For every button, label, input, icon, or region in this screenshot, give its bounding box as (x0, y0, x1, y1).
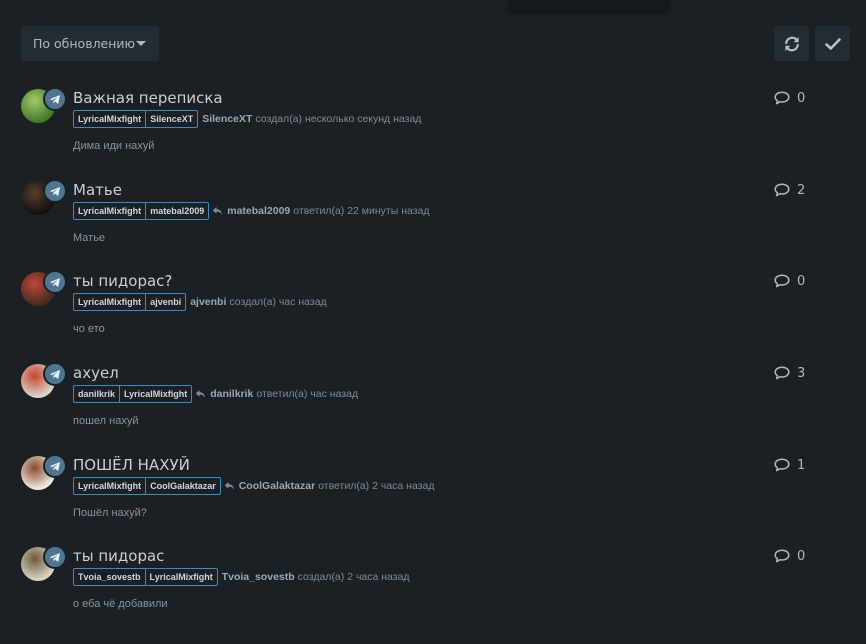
topic-item[interactable]: Важная переписка LyricalMixfight SilenceX… (21, 87, 831, 169)
telegram-icon (49, 369, 60, 379)
comment-count-number: 1 (797, 457, 806, 473)
telegram-badge (43, 545, 67, 569)
comment-icon (774, 274, 790, 288)
refresh-button[interactable] (774, 26, 809, 61)
comment-count[interactable]: 0 (774, 547, 805, 565)
topic-item[interactable]: ПОШЁЛ НАХУЙ LyricalMixfight CoolGalaktaza… (21, 454, 831, 536)
participant-tags: Tvoia_sovestb LyricalMixfight (73, 568, 218, 586)
topic-author[interactable]: SilenceXT (202, 113, 252, 125)
participant-tags: LyricalMixfight SilenceXT (73, 110, 199, 128)
topic-meta: Tvoia_sovestb LyricalMixfight Tvoia_soves… (73, 568, 410, 586)
comment-count-number: 0 (797, 90, 806, 106)
topic-preview: Пошёл нахуй? (73, 507, 147, 519)
topic-title[interactable]: Матье (73, 181, 122, 199)
telegram-icon (49, 277, 60, 287)
check-icon (824, 37, 841, 50)
topic-item[interactable]: Матье LyricalMixfight matebal2009 matebal… (21, 179, 831, 261)
reply-icon (195, 389, 206, 399)
mark-read-button[interactable] (815, 26, 850, 61)
comment-count-number: 0 (797, 273, 806, 289)
topic-action-time: создал(а) несколько секунд назад (255, 113, 422, 125)
dropdown-edge (509, 0, 669, 11)
comment-count[interactable]: 0 (774, 272, 805, 290)
participant-tag[interactable]: danilkrik (74, 386, 119, 402)
topic-author[interactable]: matebal2009 (227, 205, 290, 217)
participant-tags: LyricalMixfight matebal2009 (73, 202, 210, 220)
participant-tag[interactable]: SilenceXT (145, 111, 197, 127)
participant-tags: danilkrik LyricalMixfight (73, 385, 193, 403)
topic-author[interactable]: danilkrik (210, 388, 253, 400)
comment-count-number: 0 (797, 548, 806, 564)
comment-count[interactable]: 3 (774, 364, 805, 382)
participant-tag[interactable]: CoolGalaktazar (145, 478, 220, 494)
comment-icon (774, 366, 790, 380)
participant-tag[interactable]: LyricalMixfight (119, 386, 191, 402)
caret-down-icon (136, 41, 146, 46)
participant-tag[interactable]: matebal2009 (145, 203, 208, 219)
participant-tag[interactable]: Tvoia_sovestb (74, 569, 145, 585)
topic-preview: Матье (73, 232, 106, 244)
topic-action-time: ответил(а) 22 минуты назад (293, 205, 430, 217)
telegram-icon (49, 186, 60, 196)
participant-tag[interactable]: LyricalMixfight (74, 294, 145, 310)
reply-icon (224, 481, 235, 491)
sort-dropdown-button[interactable]: По обновлению (21, 26, 159, 61)
comment-icon (774, 458, 790, 472)
topic-author[interactable]: Tvoia_sovestb (222, 571, 295, 583)
topic-action-time: создал(а) час назад (229, 296, 327, 308)
topic-item[interactable]: ахуел danilkrik LyricalMixfight danilkrik… (21, 362, 831, 444)
telegram-badge (43, 270, 67, 294)
topic-item[interactable]: ты пидорас Tvoia_sovestb LyricalMixfight … (21, 545, 831, 627)
topic-title[interactable]: ты пидорас? (73, 272, 172, 290)
topic-action-time: создал(а) 2 часа назад (297, 571, 410, 583)
participant-tags: LyricalMixfight CoolGalaktazar (73, 477, 221, 495)
reply-icon (212, 206, 223, 216)
topic-meta: LyricalMixfight CoolGalaktazar CoolGalakt… (73, 477, 434, 495)
topic-title[interactable]: Важная переписка (73, 89, 223, 107)
telegram-badge (43, 454, 67, 478)
sort-label: По обновлению (33, 36, 136, 51)
topic-author[interactable]: CoolGalaktazar (239, 480, 315, 492)
comment-count[interactable]: 1 (774, 456, 805, 474)
participant-tag[interactable]: LyricalMixfight (74, 478, 145, 494)
refresh-icon (784, 36, 799, 51)
topic-item[interactable]: ты пидорас? LyricalMixfight ajvenbi ajven… (21, 270, 831, 352)
telegram-icon (49, 94, 60, 104)
participant-tag[interactable]: ajvenbi (145, 294, 185, 310)
topic-preview: Дима иди нахуй (73, 140, 155, 152)
comment-icon (774, 183, 790, 197)
comment-count[interactable]: 2 (774, 181, 805, 199)
telegram-icon (49, 461, 60, 471)
topic-author[interactable]: ajvenbi (190, 296, 226, 308)
topic-meta: LyricalMixfight SilenceXT SilenceXT созда… (73, 110, 421, 128)
topic-preview: пошел нахуй (73, 415, 139, 427)
topic-title[interactable]: ахуел (73, 364, 119, 382)
comment-count-number: 3 (797, 365, 806, 381)
participant-tag[interactable]: LyricalMixfight (144, 569, 217, 585)
comment-icon (774, 549, 790, 563)
toolbar: По обновлению (21, 26, 850, 61)
telegram-badge (43, 179, 67, 203)
topic-preview: чо ето (73, 323, 105, 335)
topic-meta: LyricalMixfight ajvenbi ajvenbi создал(а)… (73, 293, 327, 311)
participant-tag[interactable]: LyricalMixfight (74, 111, 145, 127)
telegram-badge (43, 87, 67, 111)
topic-preview: о еба чё добавили (73, 598, 168, 610)
comment-count-number: 2 (797, 182, 806, 198)
topic-meta: LyricalMixfight matebal2009 matebal2009 о… (73, 202, 430, 220)
telegram-badge (43, 362, 67, 386)
topic-action-time: ответил(а) час назад (256, 388, 359, 400)
topic-action-time: ответил(а) 2 часа назад (318, 480, 435, 492)
topic-meta: danilkrik LyricalMixfight danilkrik ответ… (73, 385, 358, 403)
telegram-icon (49, 552, 60, 562)
comment-count[interactable]: 0 (774, 89, 805, 107)
participant-tags: LyricalMixfight ajvenbi (73, 293, 187, 311)
comment-icon (774, 91, 790, 105)
topic-title[interactable]: ты пидорас (73, 547, 164, 565)
topic-title[interactable]: ПОШЁЛ НАХУЙ (73, 456, 190, 474)
participant-tag[interactable]: LyricalMixfight (74, 203, 145, 219)
